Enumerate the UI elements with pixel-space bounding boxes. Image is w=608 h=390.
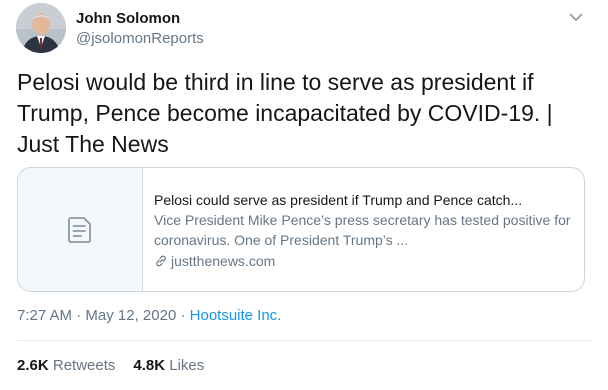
tweet-source-link[interactable]: Hootsuite Inc. [190, 307, 282, 324]
card-description: Vice President Mike Pence’s press secret… [154, 212, 571, 248]
tweet-stats: 2.6K Retweets 4.8K Likes [17, 357, 204, 374]
meta-separator: · [72, 307, 86, 324]
likes-count: 4.8K [133, 357, 166, 374]
tweet-date[interactable]: May 12, 2020 [85, 307, 176, 324]
link-card[interactable]: Pelosi could serve as president if Trump… [17, 167, 585, 292]
avatar-photo [16, 3, 66, 53]
author-handle[interactable]: @jsolomonReports [76, 30, 204, 47]
card-thumbnail [18, 168, 143, 291]
card-title: Pelosi could serve as president if Trump… [154, 192, 523, 208]
tweet-time[interactable]: 7:27 AM [17, 307, 72, 324]
retweets-stat[interactable]: 2.6K Retweets [17, 357, 115, 374]
tweet: John Solomon @jsolomonReports Pelosi wou… [0, 0, 608, 390]
retweets-count: 2.6K [17, 357, 49, 374]
tweet-metadata: 7:27 AM · May 12, 2020 · Hootsuite Inc. [17, 307, 281, 324]
card-domain: justthenews.com [154, 251, 574, 271]
author-name[interactable]: John Solomon [76, 10, 180, 27]
card-domain-text: justthenews.com [171, 253, 276, 269]
chevron-down-icon[interactable] [566, 8, 586, 26]
likes-stat[interactable]: 4.8K Likes [133, 357, 204, 374]
likes-label: Likes [169, 357, 205, 374]
link-icon [156, 255, 166, 267]
meta-separator: · [176, 307, 190, 324]
tweet-text: Pelosi would be third in line to serve a… [17, 69, 553, 157]
retweets-label: Retweets [52, 357, 116, 374]
avatar[interactable] [16, 3, 66, 53]
document-icon [68, 216, 91, 243]
card-body: Pelosi could serve as president if Trump… [154, 190, 574, 271]
divider [17, 340, 592, 341]
